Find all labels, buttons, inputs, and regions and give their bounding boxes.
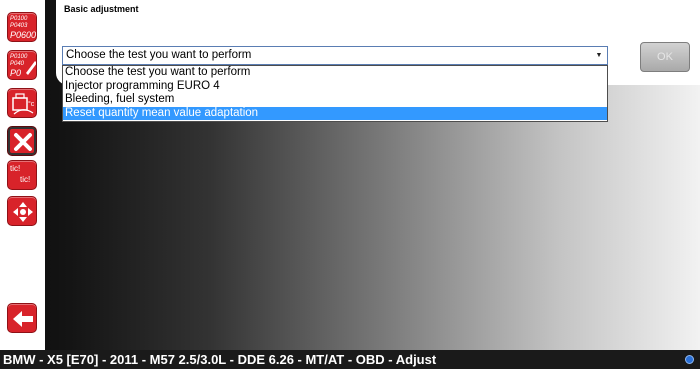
tic-label-2: tic! <box>20 175 31 184</box>
tic-label-1: tic! <box>10 164 21 173</box>
fault-code-2: P0403 <box>10 23 28 29</box>
engine-diagnostics-button[interactable]: °c <box>7 88 37 118</box>
ok-button[interactable]: OK <box>640 42 690 72</box>
info-icon[interactable] <box>685 355 694 364</box>
dropdown-option[interactable]: Choose the test you want to perform <box>63 66 607 80</box>
test-dropdown-list: Choose the test you want to perform Inje… <box>62 65 608 122</box>
test-select-value: Choose the test you want to perform <box>66 49 252 61</box>
dropdown-option[interactable]: Injector programming EURO 4 <box>63 80 607 94</box>
fault-codes-button[interactable]: P0100 P0403 P0600 <box>7 12 37 42</box>
dropdown-option-highlighted[interactable]: Reset quantity mean value adaptation <box>63 106 607 120</box>
actuator-test-button[interactable]: tic! tic! <box>7 160 37 190</box>
engine-diagnostics-icon: °c <box>12 93 35 115</box>
sidebar: P0100 P0403 P0600 P0100 P040 P0 °c tic! … <box>0 0 45 350</box>
vehicle-info-text: BMW - X5 [E70] - 2011 - M57 2.5/3.0L - D… <box>3 352 437 367</box>
svg-text:°c: °c <box>28 100 35 108</box>
fault-code-3: P0600 <box>10 30 37 40</box>
adjustment-tools-button[interactable] <box>7 126 37 156</box>
back-arrow-icon <box>13 311 33 327</box>
dropdown-option[interactable]: Bleeding, fuel system <box>63 93 607 107</box>
fault-code-1: P0100 <box>10 16 28 22</box>
selected-indicator <box>37 126 45 146</box>
cycle-arrows-icon <box>13 202 33 222</box>
panel-title: Basic adjustment <box>64 4 139 14</box>
eraser-icon <box>26 61 36 75</box>
test-select[interactable]: Choose the test you want to perform ▼ <box>62 46 608 65</box>
status-bar: BMW - X5 [E70] - 2011 - M57 2.5/3.0L - D… <box>0 350 700 369</box>
fault-codes-erase-button[interactable]: P0100 P040 P0 <box>7 50 37 80</box>
service-functions-button[interactable] <box>7 196 37 226</box>
tools-icon <box>14 133 32 151</box>
chevron-down-icon[interactable]: ▼ <box>593 47 605 64</box>
back-button[interactable] <box>7 303 37 333</box>
